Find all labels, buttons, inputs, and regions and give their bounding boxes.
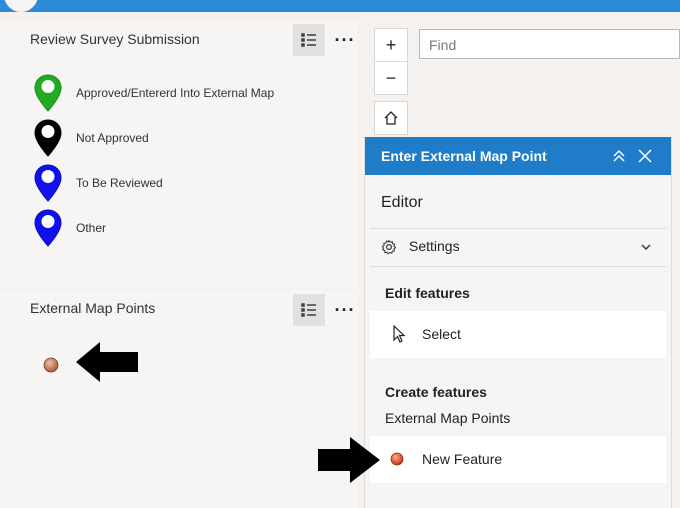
legend-item: Other — [34, 208, 106, 248]
annotation-arrow-left-icon — [76, 342, 138, 382]
legend-label: Not Approved — [76, 131, 149, 145]
collapse-button[interactable] — [609, 146, 629, 166]
layer-panel-review: Review Survey Submission ··· Approved/En… — [0, 20, 358, 288]
app-header-bar — [0, 0, 680, 12]
close-icon — [638, 149, 652, 163]
editor-header: Enter External Map Point — [365, 137, 671, 175]
more-options-button[interactable]: ··· — [333, 28, 357, 52]
legend-item: To Be Reviewed — [34, 163, 163, 203]
layer-panel-external: External Map Points ··· — [0, 290, 358, 508]
map-pin-green-icon — [34, 74, 62, 112]
new-feature-label: New Feature — [422, 451, 503, 467]
map-pin-blue-icon — [34, 209, 62, 247]
settings-label: Settings — [409, 238, 460, 254]
list-icon — [301, 303, 316, 317]
zoom-in-button[interactable]: + — [375, 29, 407, 61]
search-placeholder: Find — [429, 37, 457, 53]
legend-list-button[interactable] — [293, 294, 325, 326]
new-feature-button[interactable]: New Feature — [370, 436, 666, 483]
create-features-heading: Create features — [385, 384, 487, 400]
home-icon — [384, 111, 398, 125]
avatar[interactable] — [4, 0, 38, 12]
editor-widget: Enter External Map Point Editor Settings… — [364, 137, 672, 508]
zoom-out-button[interactable]: − — [375, 62, 407, 94]
legend-label: Other — [76, 221, 107, 235]
legend-item: Not Approved — [34, 118, 149, 158]
annotation-arrow-right-icon — [318, 437, 380, 483]
layer-name: External Map Points — [385, 410, 511, 426]
point-symbol-icon — [390, 452, 404, 466]
home-button[interactable] — [374, 101, 408, 135]
search-input[interactable]: Find — [419, 29, 680, 59]
editor-heading: Editor — [381, 194, 423, 211]
layer-title: Review Survey Submission — [30, 31, 200, 47]
edit-features-heading: Edit features — [385, 285, 470, 301]
select-button[interactable]: Select — [370, 311, 666, 358]
divider — [370, 266, 666, 267]
map-pin-black-icon — [34, 119, 62, 157]
legend-label: Approved/Entererd Into External Map — [76, 86, 275, 100]
layer-title: External Map Points — [30, 300, 156, 316]
gear-icon — [381, 239, 397, 255]
editor-header-title: Enter External Map Point — [381, 148, 547, 164]
map-pin-blue-icon — [34, 164, 62, 202]
list-icon — [301, 33, 316, 47]
select-label: Select — [422, 326, 461, 342]
legend-item: Approved/Entererd Into External Map — [34, 73, 274, 113]
settings-expander[interactable]: Settings — [370, 229, 666, 266]
zoom-control: + − — [374, 28, 408, 95]
more-options-button[interactable]: ··· — [333, 298, 357, 322]
cursor-arrow-icon — [393, 325, 406, 343]
close-button[interactable] — [635, 146, 655, 166]
point-symbol-icon — [43, 357, 59, 373]
chevrons-up-icon — [613, 149, 625, 162]
chevron-down-icon — [641, 244, 651, 250]
legend-list-button[interactable] — [293, 24, 325, 56]
legend-label: To Be Reviewed — [76, 176, 163, 190]
